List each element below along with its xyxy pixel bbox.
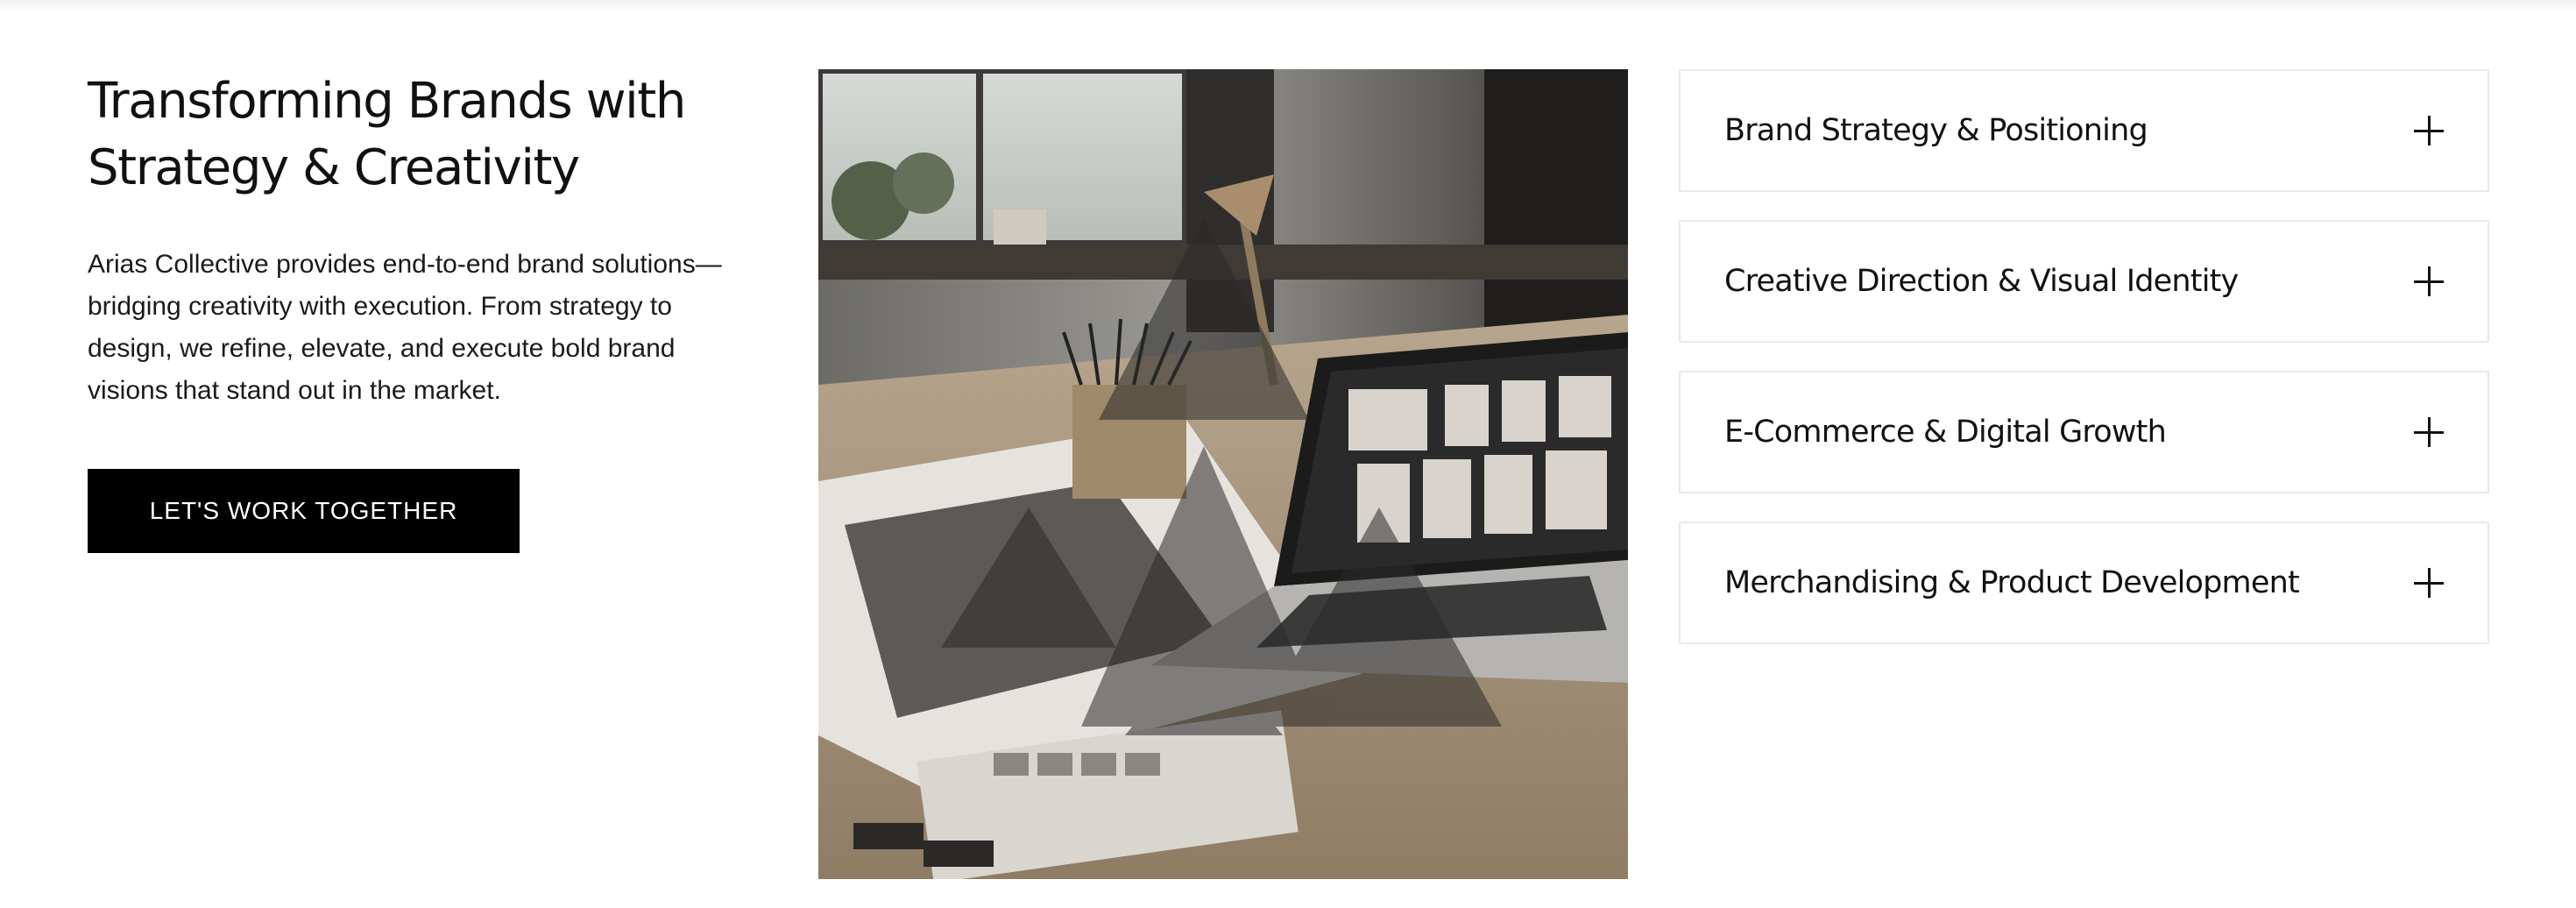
intro-description: Arias Collective provides end-to-end bra… (88, 250, 722, 405)
title-line-2: Strategy & Creativity (88, 139, 580, 196)
header-shadow (0, 0, 2576, 12)
title-line-1: Transforming Brands with (88, 73, 686, 130)
plus-icon[interactable] (2414, 116, 2444, 145)
plus-icon[interactable] (2414, 417, 2444, 447)
accordion-item-label: Creative Direction & Visual Identity (1724, 264, 2239, 299)
workspace-photo (818, 69, 1628, 879)
work-together-button[interactable]: LET'S WORK TOGETHER (88, 469, 520, 553)
intro-section: Transforming Brands with Strategy & Crea… (88, 68, 736, 405)
page: Transforming Brands with Strategy & Crea… (0, 0, 2576, 908)
hero-image (818, 69, 1628, 879)
accordion-item-label: Merchandising & Product Development (1724, 565, 2300, 600)
page-title: Transforming Brands with Strategy & Crea… (88, 68, 736, 202)
accordion-item-ecommerce[interactable]: E-Commerce & Digital Growth (1679, 371, 2489, 493)
accordion-item-brand-strategy[interactable]: Brand Strategy & Positioning (1679, 69, 2489, 192)
plus-icon[interactable] (2414, 266, 2444, 296)
accordion-item-creative-direction[interactable]: Creative Direction & Visual Identity (1679, 220, 2489, 343)
accordion-item-merchandising[interactable]: Merchandising & Product Development (1679, 521, 2489, 644)
accordion-item-label: E-Commerce & Digital Growth (1724, 415, 2167, 450)
plus-icon[interactable] (2414, 568, 2444, 598)
accordion-item-label: Brand Strategy & Positioning (1724, 113, 2148, 148)
